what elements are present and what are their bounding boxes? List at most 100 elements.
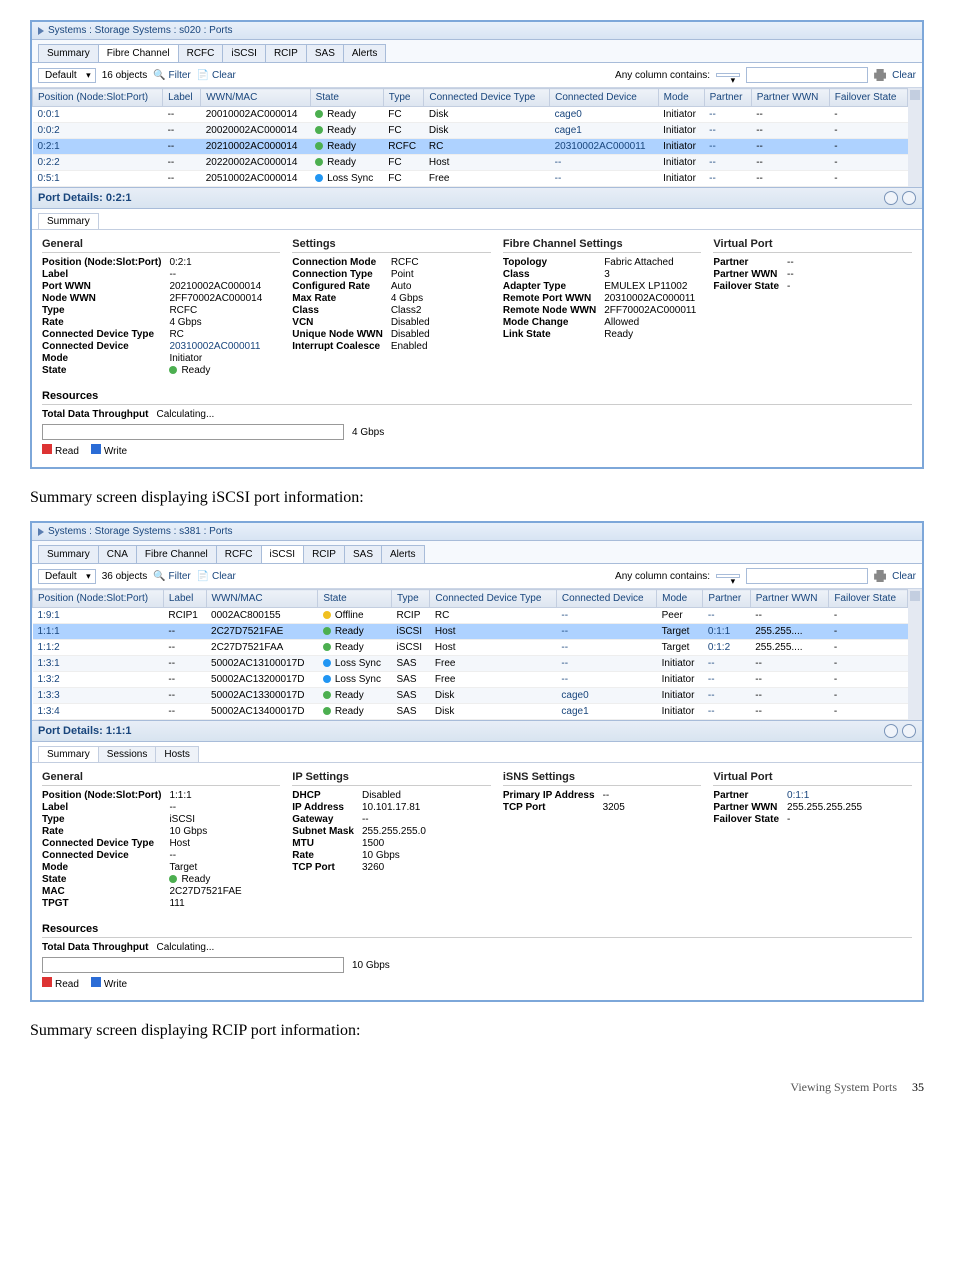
tab-rcfc[interactable]: RCFC — [178, 44, 224, 62]
col-fo[interactable]: Failover State — [829, 590, 908, 608]
expand-icon[interactable] — [902, 191, 916, 205]
col-partner[interactable]: Partner — [703, 590, 750, 608]
kv-key: Failover State — [713, 814, 779, 825]
view-dropdown[interactable]: Default — [38, 569, 96, 584]
anycol-dropdown[interactable] — [716, 574, 740, 578]
kv-value: -- — [169, 269, 280, 280]
expand-icon[interactable] — [902, 724, 916, 738]
col-cdt[interactable]: Connected Device Type — [430, 590, 556, 608]
resources-panel: Resources Total Data Throughput Calculat… — [32, 917, 922, 1000]
col-label[interactable]: Label — [163, 590, 206, 608]
col-partner[interactable]: Partner — [704, 89, 751, 107]
subtab-summary[interactable]: Summary — [38, 746, 99, 762]
anycol-label: Any column contains: — [615, 70, 710, 81]
refresh-icon[interactable] — [884, 724, 898, 738]
search-input[interactable] — [746, 568, 868, 584]
table-row[interactable]: 1:3:2--50002AC13200017DLoss SyncSASFree-… — [33, 672, 908, 688]
cell: -- — [163, 123, 201, 139]
fc-panel: Fibre Channel Settings TopologyFabric At… — [503, 238, 702, 376]
cell: 0:0:1 — [33, 107, 163, 123]
col-pwwn[interactable]: Partner WWN — [750, 590, 829, 608]
table-row[interactable]: 0:0:2--20020002AC000014ReadyFCDiskcage1I… — [33, 123, 908, 139]
col-cdt[interactable]: Connected Device Type — [424, 89, 550, 107]
col-position[interactable]: Position (Node:Slot:Port) — [33, 590, 164, 608]
cell: - — [829, 688, 908, 704]
col-type[interactable]: Type — [391, 590, 429, 608]
subtab-hosts[interactable]: Hosts — [155, 746, 199, 762]
printer-icon[interactable] — [874, 69, 886, 81]
cell: cage0 — [556, 688, 656, 704]
tab-rcip[interactable]: RCIP — [303, 545, 345, 563]
cell: -- — [556, 624, 656, 640]
cell: FC — [383, 155, 424, 171]
col-fo[interactable]: Failover State — [829, 89, 907, 107]
table-row[interactable]: 1:3:3--50002AC13300017DReadySASDiskcage0… — [33, 688, 908, 704]
kv-key: Label — [42, 269, 161, 280]
main-tabs: Summary CNA Fibre Channel RCFC iSCSI RCI… — [32, 541, 922, 564]
col-position[interactable]: Position (Node:Slot:Port) — [33, 89, 163, 107]
clear-search[interactable]: Clear — [892, 70, 916, 81]
cell: cage0 — [550, 107, 659, 123]
tab-alerts[interactable]: Alerts — [343, 44, 387, 62]
cell: cage1 — [556, 704, 656, 720]
tab-rcip[interactable]: RCIP — [265, 44, 307, 62]
subtab-sessions[interactable]: Sessions — [98, 746, 157, 762]
filter-link[interactable]: 🔍 Filter — [153, 70, 190, 81]
clear-link[interactable]: 📄 Clear — [197, 571, 236, 582]
cell: 50002AC13300017D — [206, 688, 318, 704]
kv-key: Connected Device Type — [42, 329, 161, 340]
cell: -- — [751, 155, 829, 171]
tab-sas[interactable]: SAS — [344, 545, 382, 563]
anycol-dropdown[interactable] — [716, 73, 740, 77]
clear-search[interactable]: Clear — [892, 571, 916, 582]
cell: Peer — [657, 608, 703, 624]
col-state[interactable]: State — [318, 590, 392, 608]
col-cd[interactable]: Connected Device — [556, 590, 656, 608]
table-row[interactable]: 1:3:1--50002AC13100017DLoss SyncSASFree-… — [33, 656, 908, 672]
col-type[interactable]: Type — [383, 89, 424, 107]
tab-rcfc[interactable]: RCFC — [216, 545, 262, 563]
table-row[interactable]: 0:2:1--20210002AC000014ReadyRCFCRC203100… — [33, 139, 908, 155]
printer-icon[interactable] — [874, 570, 886, 582]
table-row[interactable]: 1:9:1RCIP10002AC800155OfflineRCIPRC--Pee… — [33, 608, 908, 624]
tab-fibre-channel[interactable]: Fibre Channel — [136, 545, 217, 563]
col-mode[interactable]: Mode — [658, 89, 704, 107]
view-dropdown[interactable]: Default — [38, 68, 96, 83]
table-row[interactable]: 1:1:2--2C27D7521FAAReadyiSCSIHost--Targe… — [33, 640, 908, 656]
tab-iscsi[interactable]: iSCSI — [261, 545, 305, 563]
subtab-summary[interactable]: Summary — [38, 213, 99, 229]
col-label[interactable]: Label — [163, 89, 201, 107]
table-row[interactable]: 1:1:1--2C27D7521FAEReadyiSCSIHost--Targe… — [33, 624, 908, 640]
general-heading: General — [42, 238, 280, 253]
col-state[interactable]: State — [310, 89, 383, 107]
cell: FC — [383, 123, 424, 139]
col-pwwn[interactable]: Partner WWN — [751, 89, 829, 107]
read-swatch — [42, 977, 52, 987]
tab-fibre-channel[interactable]: Fibre Channel — [98, 44, 179, 62]
cell: - — [829, 656, 908, 672]
col-wwn[interactable]: WWN/MAC — [206, 590, 318, 608]
tab-summary[interactable]: Summary — [38, 44, 99, 62]
tab-sas[interactable]: SAS — [306, 44, 344, 62]
kv-key: Type — [42, 305, 161, 316]
col-mode[interactable]: Mode — [657, 590, 703, 608]
table-row[interactable]: 0:0:1--20010002AC000014ReadyFCDiskcage0I… — [33, 107, 908, 123]
tab-iscsi[interactable]: iSCSI — [222, 44, 266, 62]
tab-alerts[interactable]: Alerts — [381, 545, 425, 563]
tab-cna[interactable]: CNA — [98, 545, 137, 563]
table-row[interactable]: 1:3:4--50002AC13400017DReadySASDiskcage1… — [33, 704, 908, 720]
tab-summary[interactable]: Summary — [38, 545, 99, 563]
kv-value: 4 Gbps — [391, 293, 491, 304]
table-row[interactable]: 0:2:2--20220002AC000014ReadyFCHost--Init… — [33, 155, 908, 171]
filter-link[interactable]: 🔍 Filter — [153, 571, 190, 582]
search-input[interactable] — [746, 67, 868, 83]
col-cd[interactable]: Connected Device — [550, 89, 659, 107]
resources-panel: Resources Total Data Throughput Calculat… — [32, 384, 922, 467]
clear-link[interactable]: 📄 Clear — [197, 70, 236, 81]
refresh-icon[interactable] — [884, 191, 898, 205]
cell: 20210002AC000014 — [201, 139, 310, 155]
cell: 20020002AC000014 — [201, 123, 310, 139]
settings-heading: Settings — [292, 238, 491, 253]
table-row[interactable]: 0:5:1--20510002AC000014Loss SyncFCFree--… — [33, 171, 908, 187]
col-wwn[interactable]: WWN/MAC — [201, 89, 310, 107]
